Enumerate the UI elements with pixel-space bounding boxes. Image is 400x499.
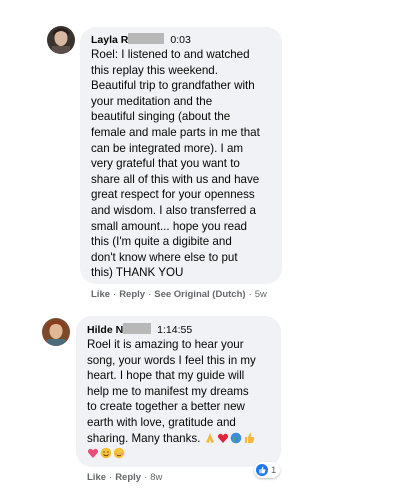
- comment-text: Roel: I listened to and watched this rep…: [91, 47, 260, 281]
- like-reaction-icon: [256, 464, 268, 476]
- author-name[interactable]: Hilde N: [87, 324, 123, 336]
- comment-line: small amount... hope you read: [91, 219, 247, 233]
- avatar[interactable]: [42, 318, 70, 346]
- comment-line: Beautiful trip to grandfather with: [91, 79, 255, 93]
- comment-line: Roel it is amazing to hear your: [87, 338, 244, 351]
- separator: ·: [113, 289, 117, 300]
- redacted-name: [128, 33, 165, 44]
- blushing-face-icon: [113, 447, 125, 459]
- globe-icon: [230, 432, 241, 443]
- comment-line: and wisdom. I also transferred a: [91, 203, 256, 217]
- comment-line: to create together a better new: [87, 400, 245, 414]
- comment-line: help me to manifest my dreams: [87, 384, 249, 398]
- comment-line: [87, 446, 256, 462]
- comment-line: heart. I hope that my guide will: [87, 369, 245, 383]
- reply-button[interactable]: Reply: [119, 289, 145, 300]
- comment-line: your meditation and the: [91, 94, 213, 108]
- separator: ·: [248, 289, 252, 300]
- comment-header: Layla R 0:03: [91, 33, 191, 47]
- comment-text: Roel it is amazing to hear your song, yo…: [87, 337, 256, 462]
- separator: ·: [148, 289, 152, 300]
- comment-line: female and male parts in me that: [91, 125, 260, 139]
- comment-line: this) THANK YOU: [91, 266, 184, 280]
- comment-line: earth with love, gratitude and: [87, 415, 236, 429]
- separator: ·: [109, 472, 113, 483]
- smiling-face-icon: [100, 447, 112, 459]
- comment-line: don't know where else to put: [91, 250, 238, 264]
- comment-age[interactable]: 5w: [255, 289, 267, 300]
- comment-line: this replay this weekend.: [91, 63, 218, 77]
- reaction-count: 1: [271, 464, 277, 476]
- timestamp[interactable]: 1:14:55: [157, 324, 192, 336]
- redacted-name: [123, 323, 152, 334]
- comment-line: this (I'm quite a digibite and: [91, 235, 232, 249]
- comment-line: sharing. Many thanks.: [87, 431, 256, 447]
- comment-line-text: sharing. Many thanks.: [87, 431, 201, 445]
- author-name[interactable]: Layla R: [91, 34, 128, 46]
- reaction-count-badge[interactable]: 1: [254, 462, 281, 478]
- comment-line: share all of this with us and have: [91, 172, 260, 186]
- reply-button[interactable]: Reply: [115, 472, 141, 483]
- heart-with-ribbon-icon: [87, 448, 99, 459]
- red-heart-icon: [217, 433, 228, 443]
- comment-line: can be integrated more). I am: [91, 141, 244, 155]
- see-original-button[interactable]: See Original (Dutch): [154, 289, 245, 300]
- comment-line: beautiful singing (about the: [91, 110, 231, 124]
- comment-age[interactable]: 8w: [150, 472, 162, 483]
- comment-header: Hilde N 1:14:55: [87, 323, 192, 337]
- comment-line: very grateful that you want to: [91, 157, 240, 171]
- comment-line: great respect for your openness: [91, 188, 255, 202]
- like-button[interactable]: Like: [87, 472, 106, 483]
- comment-line: song, your words I feel this in my: [87, 353, 256, 367]
- thumbs-up-icon: [244, 432, 254, 443]
- comment-actions: Like · Reply · See Original (Dutch) · 5w: [91, 289, 267, 300]
- separator: ·: [144, 472, 148, 483]
- timestamp[interactable]: 0:03: [170, 34, 190, 46]
- like-button[interactable]: Like: [91, 289, 110, 300]
- comment-line: Roel: I listened to and watched: [91, 48, 250, 61]
- comment-actions: Like · Reply · 8w: [87, 472, 162, 483]
- praying-hands-icon: [205, 432, 214, 443]
- avatar[interactable]: [47, 26, 75, 54]
